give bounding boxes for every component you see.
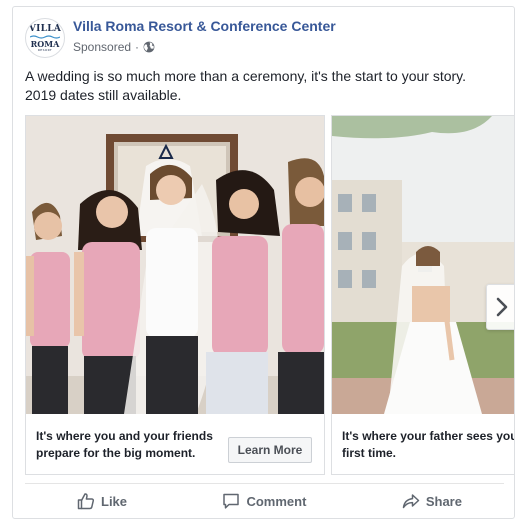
- post-actions-bar: Like Comment Share: [25, 485, 504, 517]
- page-name-link[interactable]: Villa Roma Resort & Conference Center: [73, 18, 336, 34]
- globe-icon[interactable]: [143, 41, 155, 53]
- bridal-party-photo[interactable]: [26, 116, 324, 414]
- meta-separator: ·: [135, 40, 140, 54]
- logo-text-villa: VILLA: [28, 23, 62, 34]
- like-button[interactable]: Like: [77, 492, 127, 510]
- post-meta: Sponsored ·: [73, 40, 155, 54]
- logo-text-resort: RESORT: [37, 47, 53, 52]
- share-label: Share: [425, 493, 462, 509]
- logo-waves-icon: [30, 34, 60, 39]
- comment-label: Comment: [246, 493, 307, 509]
- post-text-line-1: A wedding is so much more than a ceremon…: [25, 68, 467, 84]
- share-icon: [402, 494, 420, 509]
- carousel-next-button[interactable]: [486, 284, 514, 330]
- post-text-line-2: 2019 dates still available.: [25, 87, 182, 103]
- page-avatar[interactable]: VILLA ROMA RESORT: [25, 18, 65, 58]
- post-body-text: A wedding is so much more than a ceremon…: [25, 67, 505, 105]
- sponsored-label[interactable]: Sponsored: [73, 40, 131, 54]
- thumbs-up-icon: [77, 493, 95, 510]
- ad-carousel: It's where you and your friends prepare …: [25, 115, 515, 483]
- chevron-right-icon: [496, 297, 507, 317]
- comment-icon: [223, 493, 240, 509]
- share-button[interactable]: Share: [402, 492, 462, 510]
- carousel-card-1-caption: It's where you and your friends prepare …: [36, 429, 213, 460]
- like-label: Like: [101, 493, 128, 509]
- carousel-card-1[interactable]: It's where you and your friends prepare …: [25, 115, 325, 475]
- carousel-card-2-caption: It's where your father sees you as a bri…: [342, 429, 514, 460]
- sponsored-post-card: VILLA ROMA RESORT Villa Roma Resort & Co…: [12, 6, 515, 519]
- actions-divider: [25, 483, 504, 484]
- learn-more-button[interactable]: Learn More: [228, 437, 312, 463]
- logo-text-roma: ROMA: [30, 38, 60, 49]
- comment-button[interactable]: Comment: [222, 492, 306, 510]
- bride-outdoor-photo[interactable]: [332, 116, 515, 414]
